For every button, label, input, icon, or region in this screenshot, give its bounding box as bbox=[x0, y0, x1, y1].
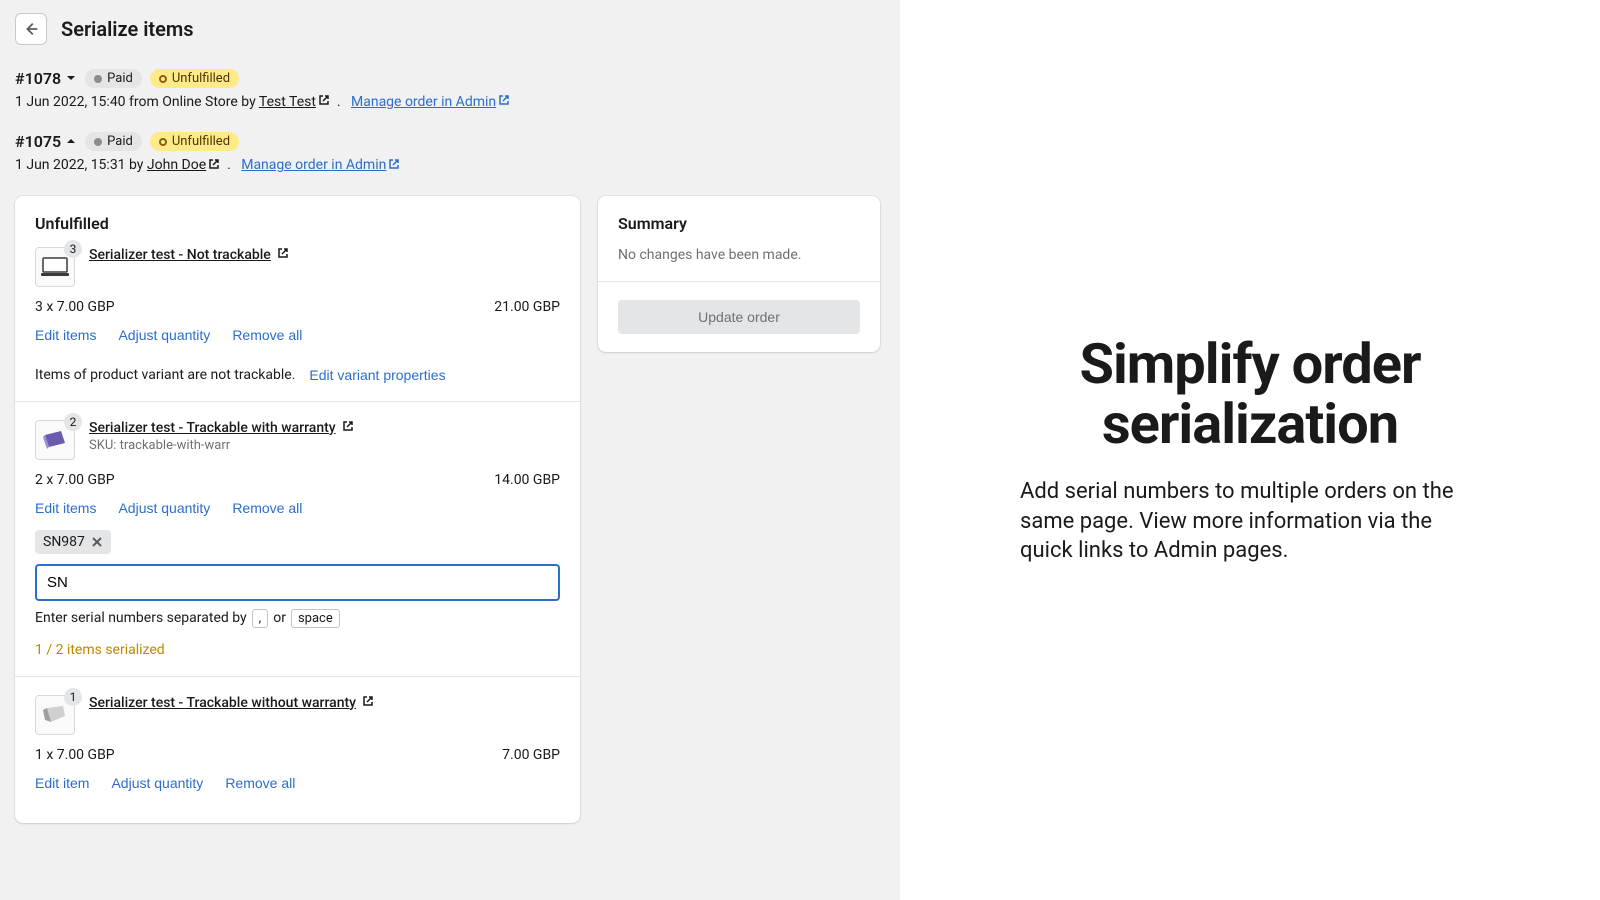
unfulfilled-title: Unfulfilled bbox=[15, 196, 580, 247]
product-thumbnail: 2 bbox=[35, 420, 75, 460]
update-order-button[interactable]: Update order bbox=[618, 300, 860, 334]
serial-number-input[interactable] bbox=[35, 564, 560, 601]
item-price-calc: 3 x 7.00 GBP bbox=[35, 299, 115, 315]
item-price-calc: 2 x 7.00 GBP bbox=[35, 472, 115, 488]
paid-badge: Paid bbox=[85, 69, 142, 88]
paid-badge: Paid bbox=[85, 132, 142, 151]
external-link-icon bbox=[277, 247, 289, 263]
line-item: 1 Serializer test - Trackable without wa… bbox=[15, 677, 580, 823]
remove-all-button[interactable]: Remove all bbox=[232, 327, 302, 343]
product-title-link[interactable]: Serializer test - Trackable without warr… bbox=[89, 695, 374, 711]
serial-tag: SN987 bbox=[35, 530, 111, 554]
back-button[interactable] bbox=[15, 13, 47, 45]
promo-title: Simplify order serialization bbox=[940, 334, 1560, 455]
summary-body: No changes have been made. bbox=[598, 247, 880, 281]
edit-items-button[interactable]: Edit items bbox=[35, 500, 96, 516]
order-number-toggle[interactable]: #1075 bbox=[15, 132, 77, 151]
order-number: #1078 bbox=[15, 69, 61, 88]
promo-subtitle: Add serial numbers to multiple orders on… bbox=[1020, 477, 1480, 566]
external-link-icon bbox=[208, 158, 220, 174]
adjust-quantity-button[interactable]: Adjust quantity bbox=[118, 500, 210, 516]
unfulfilled-card: Unfulfilled 3 Serializer test - Not trac… bbox=[15, 196, 580, 823]
order-number: #1075 bbox=[15, 132, 61, 151]
qty-badge: 1 bbox=[64, 688, 82, 706]
unfulfilled-badge: Unfulfilled bbox=[150, 69, 239, 88]
order-author-link[interactable]: John Doe bbox=[147, 157, 220, 173]
product-thumbnail: 1 bbox=[35, 695, 75, 735]
product-thumbnail: 3 bbox=[35, 247, 75, 287]
item-price-total: 7.00 GBP bbox=[502, 747, 560, 763]
summary-card: Summary No changes have been made. Updat… bbox=[598, 196, 880, 352]
line-item: 3 Serializer test - Not trackable 3 x 7.… bbox=[15, 247, 580, 402]
space-key-chip: space bbox=[291, 609, 340, 628]
edit-item-button[interactable]: Edit item bbox=[35, 775, 89, 791]
not-trackable-note: Items of product variant are not trackab… bbox=[35, 367, 295, 383]
comma-key-chip: , bbox=[252, 609, 269, 628]
order-meta-text: 1 Jun 2022, 15:40 from Online Store by bbox=[15, 94, 259, 110]
external-link-icon bbox=[388, 158, 400, 174]
product-title-link[interactable]: Serializer test - Trackable with warrant… bbox=[89, 420, 354, 436]
remove-all-button[interactable]: Remove all bbox=[225, 775, 295, 791]
order-number-toggle[interactable]: #1078 bbox=[15, 69, 77, 88]
adjust-quantity-button[interactable]: Adjust quantity bbox=[118, 327, 210, 343]
item-price-total: 21.00 GBP bbox=[494, 299, 560, 315]
external-link-icon bbox=[318, 94, 330, 110]
external-link-icon bbox=[342, 420, 354, 436]
serialized-count: 1 / 2 items serialized bbox=[35, 642, 560, 658]
manage-order-admin-link[interactable]: Manage order in Admin bbox=[241, 157, 400, 173]
serial-input-help: Enter serial numbers separated by , or s… bbox=[35, 609, 560, 628]
item-price-total: 14.00 GBP bbox=[494, 472, 560, 488]
edit-items-button[interactable]: Edit items bbox=[35, 327, 96, 343]
chevron-up-icon bbox=[65, 132, 77, 151]
external-link-icon bbox=[362, 695, 374, 711]
external-link-icon bbox=[498, 94, 510, 110]
edit-variant-properties-button[interactable]: Edit variant properties bbox=[309, 367, 445, 383]
product-title-link[interactable]: Serializer test - Not trackable bbox=[89, 247, 289, 263]
remove-all-button[interactable]: Remove all bbox=[232, 500, 302, 516]
item-price-calc: 1 x 7.00 GBP bbox=[35, 747, 115, 763]
order-meta-text: 1 Jun 2022, 15:31 by bbox=[15, 157, 147, 173]
chevron-down-icon bbox=[65, 69, 77, 88]
order-author-link[interactable]: Test Test bbox=[259, 94, 330, 110]
manage-order-admin-link[interactable]: Manage order in Admin bbox=[351, 94, 510, 110]
close-icon[interactable] bbox=[91, 536, 103, 548]
adjust-quantity-button[interactable]: Adjust quantity bbox=[111, 775, 203, 791]
line-item: 2 Serializer test - Trackable with warra… bbox=[15, 402, 580, 677]
summary-title: Summary bbox=[598, 196, 880, 247]
page-title: Serialize items bbox=[61, 17, 194, 41]
qty-badge: 3 bbox=[64, 240, 82, 258]
unfulfilled-badge: Unfulfilled bbox=[150, 132, 239, 151]
product-sku: SKU: trackable-with-warr bbox=[89, 438, 354, 453]
qty-badge: 2 bbox=[64, 413, 82, 431]
